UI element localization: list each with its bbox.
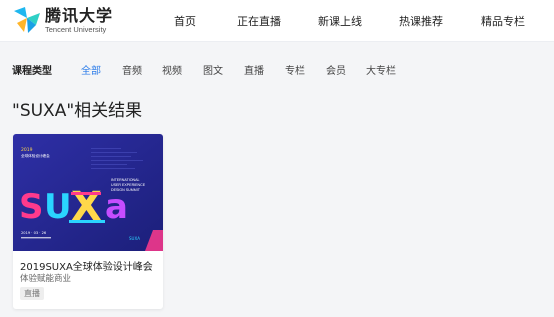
filter-live[interactable]: 直播 bbox=[244, 62, 264, 77]
logo-subtitle: Tencent University bbox=[45, 24, 107, 34]
top-header: 腾讯大学 Tencent University 首页 正在直播 新课上线 热课推… bbox=[0, 0, 554, 42]
filter-all[interactable]: 全部 bbox=[81, 62, 101, 77]
filter-member[interactable]: 会员 bbox=[326, 62, 346, 77]
filter-audio[interactable]: 音频 bbox=[122, 62, 142, 77]
course-subtitle: 体验赋能商业 bbox=[20, 274, 72, 284]
nav-premium-columns[interactable]: 精品专栏 bbox=[481, 13, 525, 29]
course-type-badge: 直播 bbox=[20, 287, 44, 300]
nav-live[interactable]: 正在直播 bbox=[237, 13, 281, 29]
poster-line1: 全球体验设计峰会 bbox=[21, 153, 50, 158]
filter-column[interactable]: 专栏 bbox=[285, 62, 305, 77]
poster-brand-u: U bbox=[44, 187, 72, 227]
logo-title: 腾讯大学 bbox=[45, 5, 114, 25]
poster-brand-x: X bbox=[71, 184, 102, 230]
logo[interactable]: 腾讯大学 Tencent University bbox=[12, 5, 113, 35]
course-card[interactable]: 2019 全球体验设计峰会 INTERNATIONAL USER EXPERIE… bbox=[13, 134, 163, 309]
course-poster: 2019 全球体验设计峰会 INTERNATIONAL USER EXPERIE… bbox=[13, 134, 163, 251]
nav-hot-courses[interactable]: 热课推荐 bbox=[399, 13, 443, 29]
poster-brand-s: S bbox=[19, 187, 44, 227]
poster-date: 2019 · 03 · 26 bbox=[21, 231, 47, 235]
poster-line2: INTERNATIONAL bbox=[111, 178, 140, 182]
course-title[interactable]: 2019SUXA全球体验设计峰会 bbox=[20, 258, 153, 273]
filter-label: 课程类型 bbox=[12, 66, 52, 77]
poster-brand-mark: SUXA bbox=[129, 236, 140, 241]
poster-brand-a: a bbox=[105, 187, 128, 227]
filter-article[interactable]: 图文 bbox=[203, 62, 223, 77]
filter-big-column[interactable]: 大专栏 bbox=[366, 62, 396, 77]
tencent-university-logo-icon bbox=[12, 5, 42, 35]
results-title: "SUXA"相关结果 bbox=[12, 101, 143, 121]
filter-video[interactable]: 视频 bbox=[162, 62, 182, 77]
course-thumbnail[interactable]: 2019 全球体验设计峰会 INTERNATIONAL USER EXPERIE… bbox=[13, 134, 163, 251]
nav-home[interactable]: 首页 bbox=[174, 13, 196, 29]
poster-year: 2019 bbox=[21, 147, 33, 153]
nav-new-courses[interactable]: 新课上线 bbox=[318, 13, 362, 29]
